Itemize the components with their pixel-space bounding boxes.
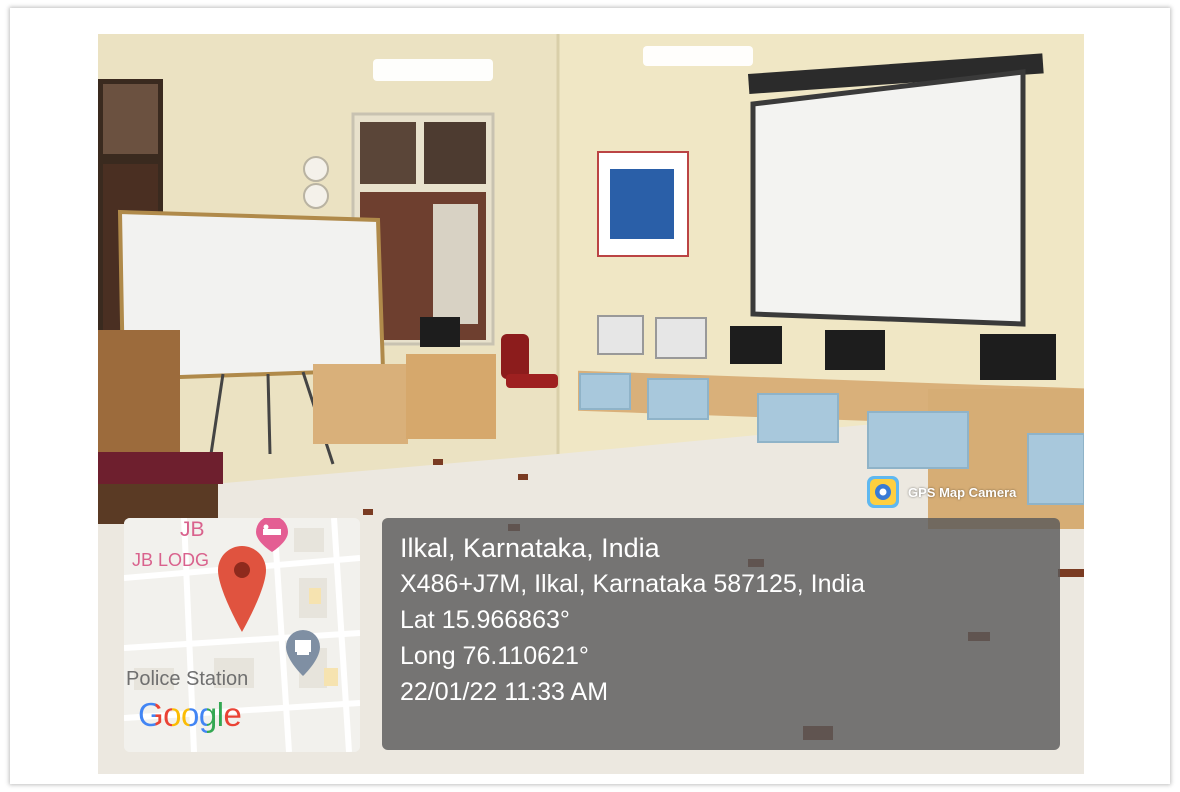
location-pin-icon: [218, 546, 266, 632]
map-poi-police-station: Police Station: [126, 668, 249, 690]
police-icon: [286, 630, 320, 676]
location-name: Ilkal, Karnataka, India: [400, 533, 660, 563]
map-place-jb-lodge: JB LODG: [132, 550, 210, 570]
location-info-panel: Ilkal, Karnataka, India X486+J7M, Ilkal,…: [382, 518, 1060, 750]
google-logo: Google: [138, 696, 242, 733]
longitude: Long 76.110621°: [400, 642, 589, 670]
latitude: Lat 15.966863°: [400, 606, 570, 634]
map-place-jb: JB: [180, 518, 205, 541]
gps-map-camera-icon: [867, 476, 899, 508]
gps-map-camera-badge: GPS Map Camera: [866, 474, 1056, 510]
location-address: X486+J7M, Ilkal, Karnataka 587125, India: [400, 570, 865, 598]
date-time: 22/01/22 11:33 AM: [400, 678, 609, 706]
location-map: JB JB LODG Police Station Google: [124, 518, 360, 752]
gps-map-camera-label: GPS Map Camera: [908, 484, 1017, 500]
